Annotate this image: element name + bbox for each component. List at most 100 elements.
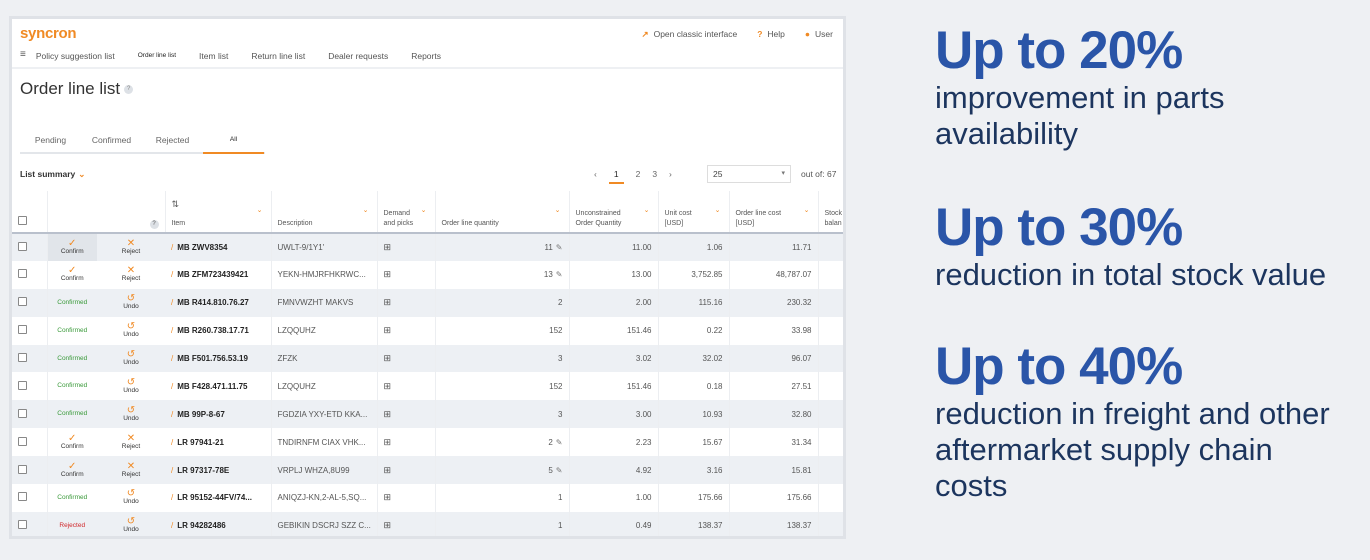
- item-cell[interactable]: / LR 95152-44FV/74...: [165, 484, 272, 512]
- undo-button[interactable]: ↺ Undo: [97, 289, 165, 317]
- demand-picks-cell[interactable]: ⊞: [377, 456, 436, 485]
- reject-button[interactable]: ✕ Reject: [97, 261, 165, 289]
- undo-button[interactable]: ↺ Undo: [97, 400, 165, 428]
- qty-cell[interactable]: 5 ✎: [435, 456, 570, 485]
- grid-icon[interactable]: ⊞: [384, 269, 392, 279]
- help-badge-icon[interactable]: ?: [124, 85, 134, 95]
- hamburger-menu-icon[interactable]: ≡: [20, 49, 26, 69]
- table-row[interactable]: Confirmed ↺ Undo / MB R260.738.17.71 LZQQUH…: [12, 316, 843, 345]
- table-row[interactable]: Confirmed ↺ Undo / MB R414.810.76.27 FMNVWZ…: [12, 288, 843, 317]
- undo-button[interactable]: ↺ Undo: [97, 345, 165, 373]
- description-header[interactable]: Description ⌄: [271, 191, 378, 233]
- item-cell[interactable]: / LR 94282486: [165, 511, 272, 536]
- open-classic-link[interactable]: ↗ Open classic interface: [641, 29, 737, 40]
- nav-reports[interactable]: Reports: [411, 49, 441, 69]
- row-checkbox[interactable]: [18, 380, 27, 390]
- row-checkbox[interactable]: [18, 436, 27, 446]
- tab-rejected[interactable]: Rejected: [142, 129, 203, 152]
- next-page-icon[interactable]: ›: [669, 169, 672, 184]
- item-cell[interactable]: / LR 97941-21: [165, 428, 272, 457]
- sort-icon[interactable]: ⇅: [172, 199, 265, 209]
- undo-button[interactable]: ↺ Undo: [97, 484, 165, 512]
- row-checkbox[interactable]: [18, 492, 27, 502]
- nav-dealer-requests[interactable]: Dealer requests: [328, 49, 388, 69]
- grid-icon[interactable]: ⊞: [384, 297, 392, 307]
- pencil-icon[interactable]: ✎: [556, 243, 563, 252]
- table-row[interactable]: ✓ Confirm ✕ Reject / MB ZFM723439421 YEKN-HM…: [12, 260, 843, 289]
- grid-icon[interactable]: ⊞: [384, 465, 392, 475]
- user-menu[interactable]: ● User: [805, 29, 833, 40]
- undo-button[interactable]: ↺ Undo: [97, 317, 165, 345]
- row-checkbox[interactable]: [18, 241, 27, 251]
- nav-policy-suggestion-list[interactable]: Policy suggestion list: [36, 49, 115, 69]
- row-checkbox[interactable]: [18, 269, 27, 279]
- grid-icon[interactable]: ⊞: [384, 409, 392, 419]
- grid-icon[interactable]: ⊞: [384, 381, 392, 391]
- chevron-down-icon[interactable]: ⌄: [363, 206, 369, 216]
- undo-button[interactable]: ↺ Undo: [97, 372, 165, 400]
- demand-picks-cell[interactable]: ⊞: [377, 511, 436, 536]
- item-cell[interactable]: / MB ZWV8354: [165, 233, 272, 261]
- table-row[interactable]: Confirmed ↺ Undo / LR 95152-44FV/74... ANIQ…: [12, 484, 843, 512]
- qty-cell[interactable]: 2 ✎: [435, 428, 570, 457]
- row-checkbox[interactable]: [18, 325, 27, 335]
- line-cost-header[interactable]: Order line cost [USD] ⌄: [729, 191, 819, 233]
- grid-icon[interactable]: ⊞: [384, 242, 392, 252]
- chevron-down-icon[interactable]: ⌄: [555, 206, 561, 216]
- row-checkbox[interactable]: [18, 520, 27, 530]
- demand-picks-cell[interactable]: ⊞: [377, 400, 436, 429]
- tab-confirmed[interactable]: Confirmed: [81, 129, 142, 152]
- pencil-icon[interactable]: ✎: [556, 270, 563, 279]
- demand-picks-cell[interactable]: ⊞: [377, 484, 436, 512]
- uncons-header[interactable]: Unconstrained Order Quantity ⌄: [569, 191, 659, 233]
- table-row[interactable]: Confirmed ↺ Undo / MB 99P-8-67 FGDZIA YXY-E…: [12, 400, 843, 429]
- grid-icon[interactable]: ⊞: [384, 325, 392, 335]
- chevron-down-icon[interactable]: ⌄: [715, 206, 721, 216]
- reject-button[interactable]: ✕ Reject: [97, 456, 165, 484]
- item-header[interactable]: ⇅ Item ⌄: [165, 191, 272, 233]
- grid-icon[interactable]: ⊞: [384, 520, 392, 530]
- confirm-button[interactable]: ✓ Confirm: [47, 261, 97, 289]
- nav-item-list[interactable]: Item list: [199, 49, 228, 69]
- help-icon[interactable]: ?: [149, 220, 159, 229]
- tab-all[interactable]: All: [203, 129, 264, 154]
- page-2[interactable]: 2: [636, 169, 641, 184]
- item-cell[interactable]: / MB F428.471.11.75: [165, 372, 272, 401]
- item-cell[interactable]: / MB 99P-8-67: [165, 400, 272, 429]
- chevron-down-icon[interactable]: ⌄: [257, 206, 263, 216]
- reject-button[interactable]: ✕ Reject: [97, 233, 165, 261]
- tab-pending[interactable]: Pending: [20, 129, 81, 152]
- qty-cell[interactable]: 11 ✎: [435, 233, 570, 261]
- item-cell[interactable]: / MB R260.738.17.71: [165, 316, 272, 345]
- demand-picks-cell[interactable]: ⊞: [377, 288, 436, 317]
- item-cell[interactable]: / MB ZFM723439421: [165, 260, 272, 289]
- demand-picks-cell[interactable]: ⊞: [377, 428, 436, 457]
- chevron-down-icon[interactable]: ⌄: [421, 206, 427, 216]
- undo-button[interactable]: ↺ Undo: [97, 512, 165, 536]
- per-page-select[interactable]: 25 ▾: [707, 165, 791, 183]
- table-row[interactable]: ✓ Confirm ✕ Reject / LR 97317-78E VRPLJ WHZA…: [12, 456, 843, 485]
- confirm-button[interactable]: ✓ Confirm: [47, 456, 97, 484]
- demand-header[interactable]: Demand and picks ⌄: [377, 191, 436, 233]
- qty-header[interactable]: Order line quantity ⌄: [435, 191, 570, 233]
- table-row[interactable]: Confirmed ↺ Undo / MB F501.756.53.19 ZFZK ⊞…: [12, 344, 843, 373]
- nav-return-line-list[interactable]: Return line list: [251, 49, 305, 69]
- table-row[interactable]: Rejected ↺ Undo / LR 94282486 GEBIKIN DSCRJ…: [12, 511, 843, 536]
- stock-header[interactable]: Stock balan: [818, 191, 843, 233]
- table-row[interactable]: ✓ Confirm ✕ Reject / LR 97941-21 TNDIRNFM CI…: [12, 428, 843, 457]
- page-3[interactable]: 3: [652, 169, 657, 184]
- reject-button[interactable]: ✕ Reject: [97, 428, 165, 456]
- page-1[interactable]: 1: [608, 169, 624, 184]
- nav-order-line-list[interactable]: Order line list: [137, 49, 177, 69]
- table-row[interactable]: Confirmed ↺ Undo / MB F428.471.11.75 LZQQUH…: [12, 372, 843, 401]
- demand-picks-cell[interactable]: ⊞: [377, 372, 436, 401]
- item-cell[interactable]: / LR 97317-78E: [165, 456, 272, 485]
- chevron-down-icon[interactable]: ⌄: [644, 206, 650, 216]
- chevron-down-icon[interactable]: ⌄: [804, 206, 810, 216]
- demand-picks-cell[interactable]: ⊞: [377, 260, 436, 289]
- confirm-button[interactable]: ✓ Confirm: [47, 428, 97, 456]
- row-checkbox[interactable]: [18, 408, 27, 418]
- row-checkbox[interactable]: [18, 297, 27, 307]
- table-row[interactable]: ✓ Confirm ✕ Reject / MB ZWV8354 UWLT-9/1Y1' …: [12, 233, 843, 261]
- list-summary-toggle[interactable]: List summary ⌄: [20, 169, 85, 180]
